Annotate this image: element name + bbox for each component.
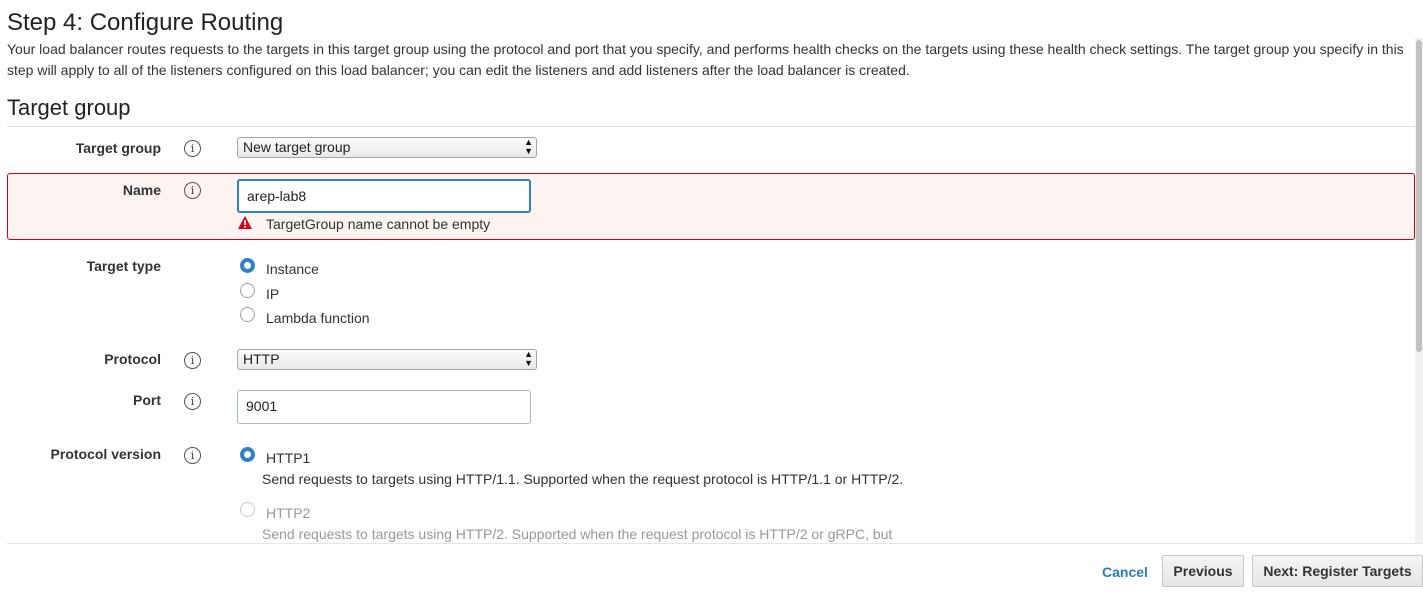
page-title: Step 4: Configure Routing (7, 9, 284, 36)
info-icon[interactable]: i (184, 140, 201, 157)
protocol-version-label: Protocol version (50, 446, 161, 462)
cancel-button[interactable]: Cancel (1102, 564, 1148, 580)
protocol-select[interactable]: HTTP ▲ ▼ (237, 349, 537, 370)
target-group-select[interactable]: New target group ▲ ▼ (237, 137, 537, 158)
next-register-targets-button[interactable]: Next: Register Targets (1252, 555, 1423, 587)
name-input-wrapper (237, 179, 531, 213)
info-icon[interactable]: i (184, 182, 201, 199)
info-icon[interactable]: i (184, 447, 201, 464)
protocol-version-http2-description: Send requests to targets using HTTP/2. S… (262, 526, 893, 542)
target-type-label: Target type (86, 258, 161, 274)
target-type-lambda-label[interactable]: Lambda function (266, 310, 370, 326)
target-type-ip-radio[interactable] (240, 283, 255, 298)
name-label: Name (122, 182, 161, 198)
previous-button[interactable]: Previous (1162, 555, 1244, 587)
name-error-container (7, 173, 1415, 240)
port-input-wrapper (237, 390, 531, 424)
protocol-version-http2-label[interactable]: HTTP2 (266, 505, 310, 521)
protocol-version-http2-radio[interactable] (240, 502, 255, 517)
info-icon[interactable]: i (184, 393, 201, 410)
protocol-label: Protocol (104, 351, 161, 367)
wizard-footer: Cancel Previous Next: Register Targets (7, 543, 1423, 599)
target-type-lambda-radio[interactable] (240, 307, 255, 322)
target-group-value: New target group (243, 139, 351, 155)
section-divider (7, 126, 1415, 127)
protocol-value: HTTP (243, 351, 280, 367)
port-label: Port (133, 392, 161, 408)
vertical-scrollbar[interactable] (1415, 38, 1423, 543)
chevron-updown-icon: ▲ ▼ (524, 137, 533, 156)
warning-icon (238, 216, 252, 229)
info-icon[interactable]: i (184, 352, 201, 369)
target-type-instance-radio[interactable] (240, 258, 255, 273)
section-title: Target group (7, 95, 131, 120)
target-group-label: Target group (75, 140, 161, 156)
name-error-message: TargetGroup name cannot be empty (266, 216, 491, 232)
protocol-version-http1-description: Send requests to targets using HTTP/1.1.… (262, 471, 904, 487)
chevron-updown-icon: ▲ ▼ (524, 349, 533, 368)
page-description: Your load balancer routes requests to th… (7, 41, 1404, 78)
target-type-ip-label[interactable]: IP (266, 286, 279, 302)
protocol-version-http1-radio[interactable] (240, 447, 255, 462)
port-input[interactable] (246, 391, 516, 421)
target-type-instance-label[interactable]: Instance (266, 261, 319, 277)
scrollbar-thumb[interactable] (1416, 40, 1422, 352)
main-content: Step 4: Configure Routing Your load bala… (0, 0, 1415, 543)
name-input[interactable] (247, 181, 517, 211)
protocol-version-http1-label[interactable]: HTTP1 (266, 450, 310, 466)
